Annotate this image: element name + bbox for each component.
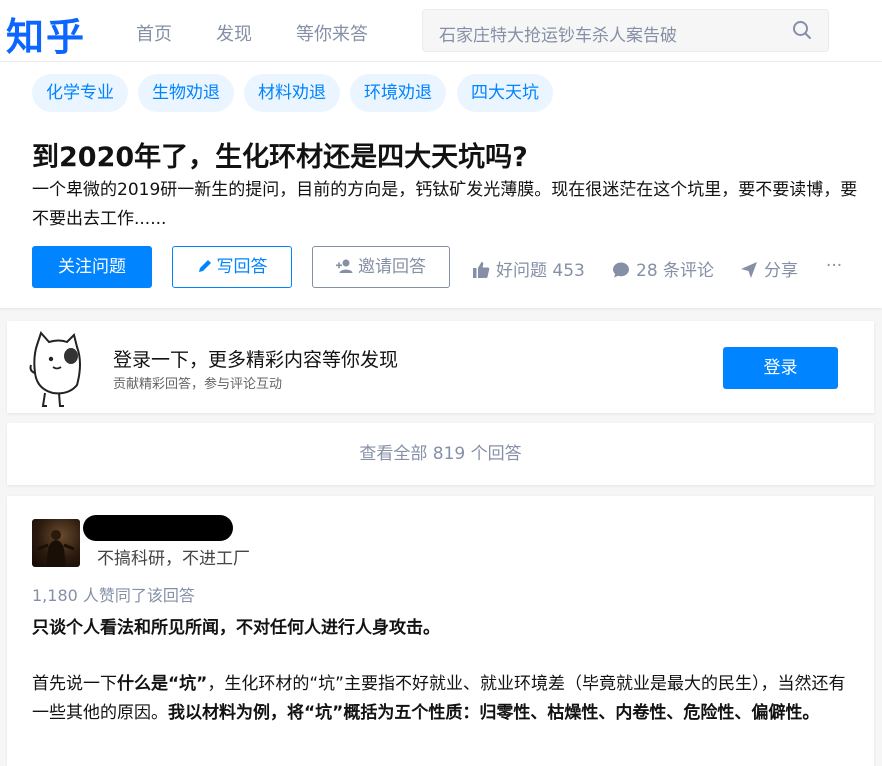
pencil-icon	[198, 260, 211, 272]
more-options-button[interactable]: ···	[826, 256, 842, 276]
text-run-bold: 我以材料为例，将“坑”概括为五个性质：归零性、枯燥性、内卷性、危险性、偏僻性。	[168, 703, 820, 723]
answer-card: 不搞科研，不进工厂 1,180 人赞同了该回答 只谈个人看法和所见所闻，不对任何…	[7, 496, 874, 766]
text-run: 首先说一下	[32, 674, 117, 694]
text-run-bold: 什么是“坑”	[117, 674, 208, 694]
topic-tag[interactable]: 四大天坑	[457, 74, 553, 112]
login-prompt-title: 登录一下，更多精彩内容等你发现	[113, 349, 399, 371]
login-prompt-subtitle: 贡献精彩回答，参与评论互动	[113, 377, 283, 392]
nav-waiting-answers[interactable]: 等你来答	[296, 20, 368, 46]
invite-answer-button[interactable]: 邀请回答	[312, 246, 450, 288]
question-header: 化学专业 生物劝退 材料劝退 环境劝退 四大天坑 到2020年了，生化环材还是四…	[0, 62, 882, 308]
nav-discover[interactable]: 发现	[216, 20, 252, 46]
author-bio: 不搞科研，不进工厂	[97, 549, 250, 569]
comments-button[interactable]: 28 条评论	[612, 256, 714, 281]
answer-paragraph: 只谈个人看法和所见所闻，不对任何人进行人身攻击。	[32, 618, 440, 638]
question-title: 到2020年了，生化环材还是四大天坑吗?	[32, 142, 528, 173]
nav-home[interactable]: 首页	[136, 20, 172, 46]
topic-tag[interactable]: 化学专业	[32, 74, 128, 112]
login-prompt-card: 登录一下，更多精彩内容等你发现 贡献精彩回答，参与评论互动 登录	[7, 321, 874, 413]
vote-count: 1,180 人赞同了该回答	[32, 586, 195, 605]
write-answer-label: 写回答	[216, 257, 268, 277]
good-question-count: 好问题 453	[496, 261, 585, 281]
view-all-answers-button[interactable]: 查看全部 819 个回答	[7, 423, 874, 485]
add-user-icon	[336, 259, 353, 273]
search-input[interactable]: 石家庄特大抢运钞车杀人案告破	[422, 9, 829, 52]
share-label: 分享	[764, 261, 798, 281]
invite-answer-label: 邀请回答	[358, 257, 426, 277]
write-answer-button[interactable]: 写回答	[172, 246, 292, 288]
question-description: 一个卑微的2019研一新生的提问，目前的方向是，钙钛矿发光薄膜。现在很迷茫在这个…	[32, 180, 858, 229]
login-button[interactable]: 登录	[723, 347, 838, 389]
mascot-icon	[29, 329, 89, 413]
comments-count: 28 条评论	[636, 261, 715, 281]
follow-question-button[interactable]: 关注问题	[32, 246, 152, 288]
comment-icon	[613, 262, 629, 278]
author-avatar[interactable]	[32, 519, 80, 567]
zhihu-logo[interactable]: 知乎	[6, 6, 86, 61]
share-button[interactable]: 分享	[740, 256, 798, 281]
answer-paragraph: 首先说一下什么是“坑”，生化环材的“坑”主要指不好就业、就业环境差（毕竟就业是最…	[32, 670, 852, 728]
good-question-button[interactable]: 好问题 453	[472, 256, 585, 281]
search-icon[interactable]	[792, 20, 812, 44]
topic-tag[interactable]: 生物劝退	[138, 74, 234, 112]
paper-plane-icon	[741, 262, 757, 278]
topic-tag[interactable]: 环境劝退	[350, 74, 446, 112]
top-header: 知乎 首页 发现 等你来答 石家庄特大抢运钞车杀人案告破	[0, 0, 882, 62]
author-name-redacted	[83, 515, 233, 541]
search-placeholder: 石家庄特大抢运钞车杀人案告破	[439, 26, 677, 46]
topic-tag[interactable]: 材料劝退	[244, 74, 340, 112]
thumbs-up-icon	[473, 262, 490, 278]
